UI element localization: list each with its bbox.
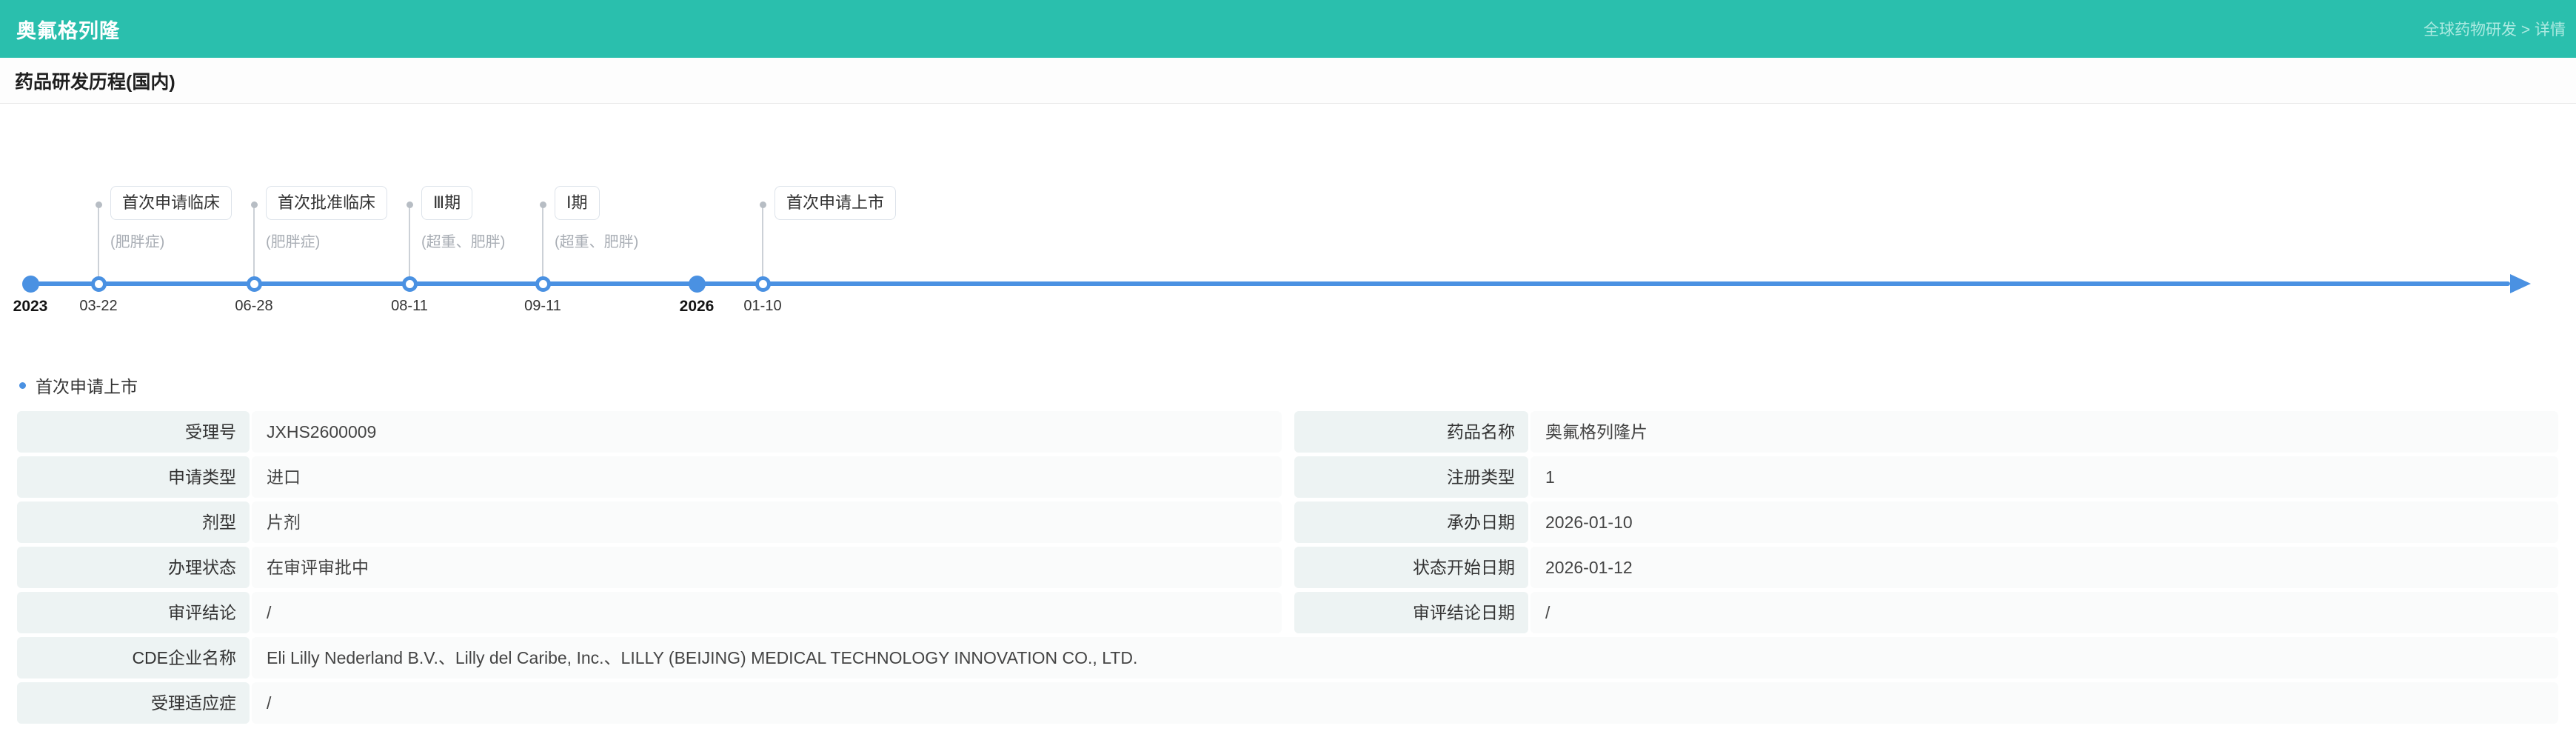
table-row-label: 申请类型 — [17, 456, 250, 498]
table-row-label: 审评结论日期 — [1294, 592, 1528, 633]
table-row-value: 进口 — [252, 456, 1282, 498]
table-row-label: 审评结论 — [17, 592, 250, 633]
table-row-label: 受理号 — [17, 411, 250, 453]
table-row-label: 状态开始日期 — [1294, 547, 1528, 588]
table-row-label: 剂型 — [17, 501, 250, 543]
table-row-value: / — [252, 682, 2558, 724]
detail-table: 受理号 JXHS2600009 申请类型 进口 剂型 片剂 办理状态 在审评审批中 审评结论 / 药… — [0, 0, 2576, 740]
table-row-value: JXHS2600009 — [252, 411, 1282, 453]
table-row-label: 承办日期 — [1294, 501, 1528, 543]
table-row-value: 1 — [1530, 456, 2558, 498]
table-row-value: 片剂 — [252, 501, 1282, 543]
table-row-value: 奥氟格列隆片 — [1530, 411, 2558, 453]
table-row-label: 药品名称 — [1294, 411, 1528, 453]
table-row-label: 注册类型 — [1294, 456, 1528, 498]
table-row-value: 2026-01-10 — [1530, 501, 2558, 543]
table-row-value: / — [252, 592, 1282, 633]
page: 奥氟格列隆 全球药物研发 > 详情 药品研发历程(国内) 2023 首次申请临床(… — [0, 0, 2576, 740]
table-row-label: CDE企业名称 — [17, 637, 250, 679]
table-row-value: 2026-01-12 — [1530, 547, 2558, 588]
table-row-label: 办理状态 — [17, 547, 250, 588]
table-row-value: 在审评审批中 — [252, 547, 1282, 588]
table-row-value: Eli Lilly Nederland B.V.、Lilly del Carib… — [252, 637, 2558, 679]
table-row-value: / — [1530, 592, 2558, 633]
table-row-label: 受理适应症 — [17, 682, 250, 724]
